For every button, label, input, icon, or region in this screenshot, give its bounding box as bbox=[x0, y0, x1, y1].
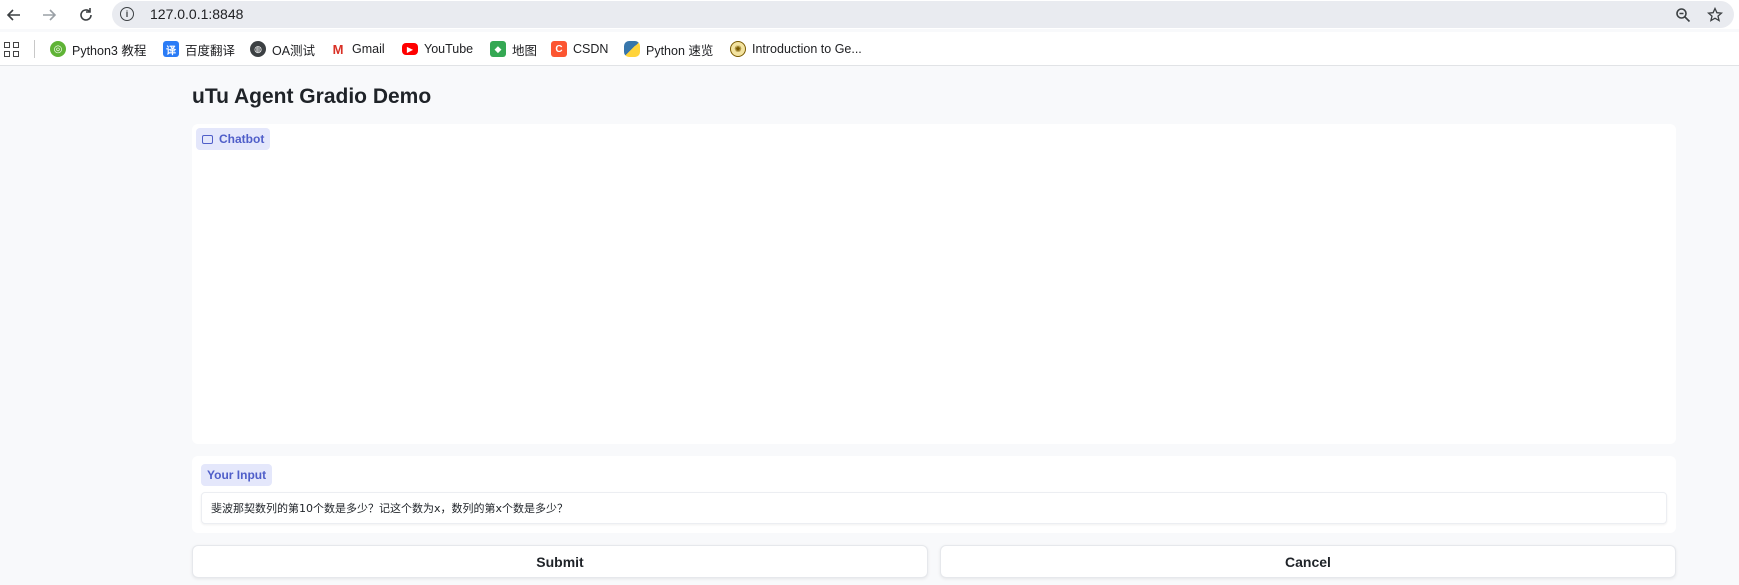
bookmark-label: YouTube bbox=[424, 42, 474, 56]
python-logo-icon bbox=[624, 41, 640, 57]
browser-toolbar: i 127.0.0.1:8848 bbox=[0, 0, 1739, 29]
bookmarks-bar: ◎ Python3 教程 译 百度翻译 ◍ OA测试 M Gmail ▶ You… bbox=[0, 32, 1739, 66]
maps-icon: ◆ bbox=[490, 41, 506, 57]
bookmark-label: Introduction to Ge... bbox=[752, 42, 862, 56]
bookmark-oa-test[interactable]: ◍ OA测试 bbox=[250, 40, 315, 58]
site-info-icon[interactable]: i bbox=[120, 7, 134, 21]
bookmark-label: 百度翻译 bbox=[185, 43, 236, 58]
chatbot-label: Chatbot bbox=[196, 128, 271, 150]
url-text: 127.0.0.1:8848 bbox=[150, 6, 244, 22]
chatbot-panel[interactable]: Chatbot bbox=[192, 124, 1676, 444]
bookmark-youtube[interactable]: ▶ YouTube bbox=[402, 40, 473, 58]
bookmark-star-icon[interactable] bbox=[1704, 4, 1726, 26]
input-panel: Your Input bbox=[192, 456, 1676, 533]
bookmarks-divider bbox=[34, 40, 35, 58]
page-title: uTu Agent Gradio Demo bbox=[192, 85, 432, 108]
apps-grid-icon[interactable] bbox=[4, 42, 20, 58]
csdn-icon: C bbox=[551, 41, 567, 57]
bookmark-gmail[interactable]: M Gmail bbox=[330, 40, 385, 58]
message-input[interactable] bbox=[201, 492, 1667, 524]
globe-icon: ◍ bbox=[250, 41, 266, 57]
gmail-icon: M bbox=[330, 41, 346, 57]
intro-site-icon: ✺ bbox=[730, 41, 746, 57]
youtube-icon: ▶ bbox=[402, 43, 418, 55]
bookmark-maps[interactable]: ◆ 地图 bbox=[490, 40, 537, 58]
address-bar[interactable]: i 127.0.0.1:8848 bbox=[112, 1, 1734, 28]
chat-bubble-icon bbox=[202, 134, 213, 144]
bookmark-label: Python 速览 bbox=[646, 43, 714, 58]
bookmark-label: CSDN bbox=[573, 42, 609, 56]
zoom-icon[interactable] bbox=[1672, 4, 1694, 26]
chatbot-label-text: Chatbot bbox=[219, 132, 265, 146]
cancel-button[interactable]: Cancel bbox=[940, 545, 1676, 578]
bookmark-label: OA测试 bbox=[272, 43, 316, 58]
baidu-translate-icon: 译 bbox=[163, 41, 179, 57]
back-icon[interactable] bbox=[2, 3, 26, 27]
forward-icon[interactable] bbox=[37, 3, 61, 27]
reload-icon[interactable] bbox=[74, 3, 98, 27]
bookmark-introduction[interactable]: ✺ Introduction to Ge... bbox=[730, 40, 862, 58]
bookmark-label: Gmail bbox=[352, 42, 385, 56]
bookmark-python3-tutorial[interactable]: ◎ Python3 教程 bbox=[50, 40, 146, 58]
input-label: Your Input bbox=[201, 464, 273, 486]
bookmark-label: 地图 bbox=[512, 43, 538, 58]
bookmark-baidu-translate[interactable]: 译 百度翻译 bbox=[163, 40, 235, 58]
bookmark-csdn[interactable]: C CSDN bbox=[551, 40, 608, 58]
submit-button[interactable]: Submit bbox=[192, 545, 928, 578]
bookmark-label: Python3 教程 bbox=[72, 43, 147, 58]
bookmark-python-overview[interactable]: Python 速览 bbox=[624, 40, 713, 58]
python-runoob-icon: ◎ bbox=[50, 41, 66, 57]
